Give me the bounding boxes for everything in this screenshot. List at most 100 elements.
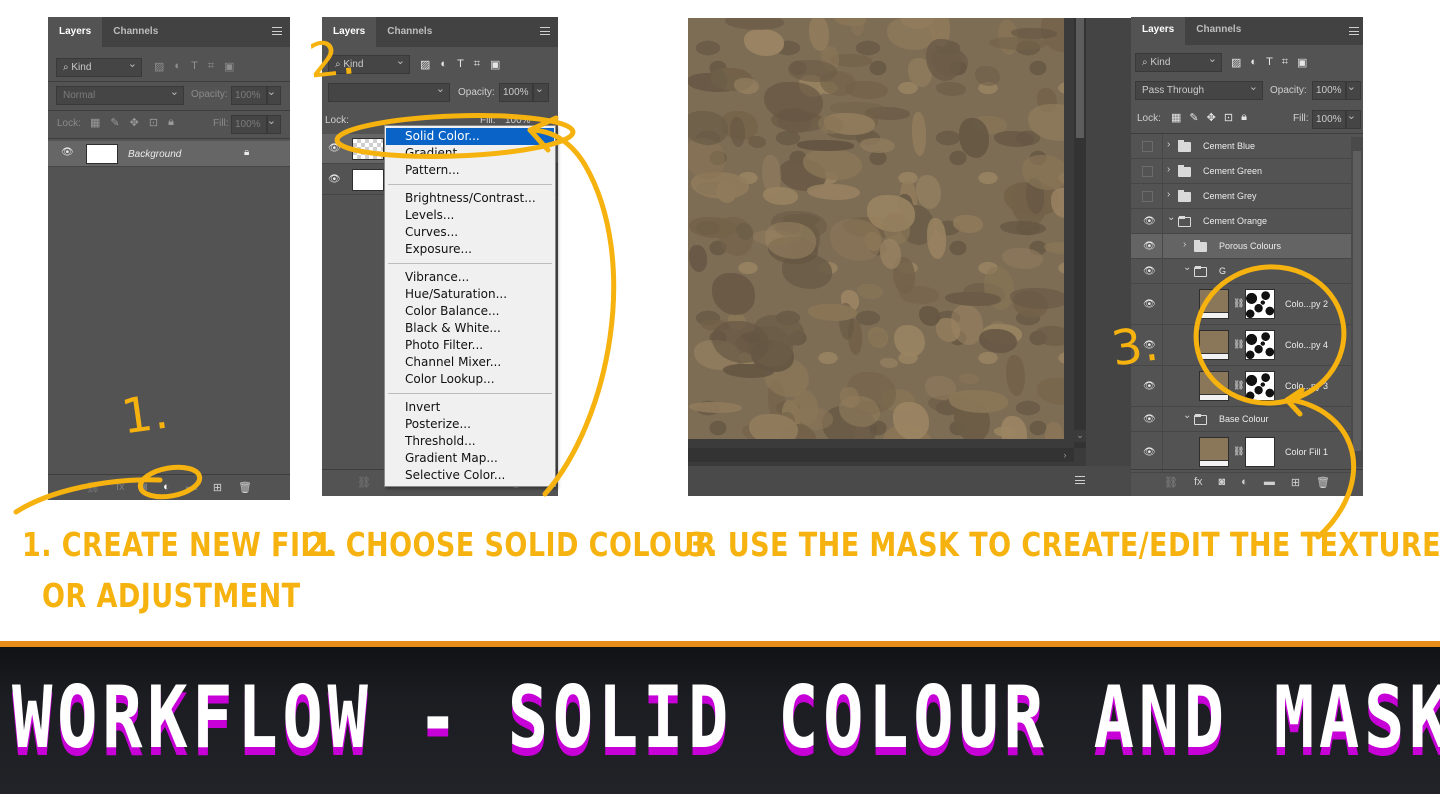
type-filter-icon[interactable]: T xyxy=(457,58,464,71)
layer-mask-thumbnail[interactable] xyxy=(1245,437,1275,467)
layer-row-background[interactable]: 👁︎ Background 🔒︎ xyxy=(48,141,290,167)
lock-paint-icon[interactable]: ✎ xyxy=(110,116,119,129)
eye-icon[interactable]: 👁︎ xyxy=(328,144,341,154)
smart-object-filter-icon[interactable]: ▣ xyxy=(490,58,500,71)
layer-row[interactable]: 👁︎ ⛓︎ Colo...py 3 xyxy=(1131,366,1351,407)
opacity-stepper[interactable] xyxy=(267,84,281,105)
menu-item[interactable]: Curves... xyxy=(386,224,554,241)
layer-row[interactable]: › Cement Green xyxy=(1131,159,1351,184)
visibility-toggle[interactable] xyxy=(1142,141,1153,152)
menu-item[interactable]: Threshold... xyxy=(386,433,554,450)
menu-item[interactable]: Posterize... xyxy=(386,416,554,433)
menu-item[interactable]: Color Balance... xyxy=(386,303,554,320)
menu-item[interactable]: Color Lookup... xyxy=(386,371,554,388)
lock-move-icon[interactable]: ✥ xyxy=(130,116,139,129)
smart-object-filter-icon[interactable]: ▣ xyxy=(1297,56,1307,69)
menu-item[interactable]: Pattern... xyxy=(386,162,554,179)
chevron-down-icon[interactable]: ⌄ xyxy=(1167,212,1175,223)
layer-mask-thumbnail[interactable] xyxy=(1245,330,1275,360)
chain-icon[interactable]: ⛓︎ xyxy=(1233,298,1244,309)
panel-menu-icon[interactable] xyxy=(1349,27,1359,35)
menu-item[interactable]: Brightness/Contrast... xyxy=(386,190,554,207)
fill-field[interactable]: 100% xyxy=(231,115,267,134)
scrollbar-thumb[interactable] xyxy=(1076,18,1084,138)
link-icon[interactable]: ⛓︎ xyxy=(1164,476,1178,489)
kind-filter-select[interactable]: ⌕ Kind xyxy=(56,56,142,77)
eye-icon[interactable]: 👁︎ xyxy=(328,175,341,185)
visibility-toggle[interactable] xyxy=(1142,166,1153,177)
shape-filter-icon[interactable]: ⌗ xyxy=(474,58,480,71)
vertical-scrollbar[interactable] xyxy=(1074,18,1086,448)
type-filter-icon[interactable]: T xyxy=(1266,56,1273,69)
opacity-stepper[interactable] xyxy=(1346,79,1361,100)
smart-object-filter-icon[interactable]: ▣ xyxy=(224,60,234,73)
new-layer-icon[interactable]: ⊞ xyxy=(1291,476,1300,489)
layer-row[interactable]: 👁︎ ⌄ Cement Orange xyxy=(1131,209,1351,234)
chain-icon[interactable]: ⛓︎ xyxy=(1233,446,1244,457)
lock-artboard-icon[interactable]: ⊡ xyxy=(149,116,158,129)
menu-item[interactable]: Levels... xyxy=(386,207,554,224)
menu-item[interactable]: Solid Color... xyxy=(386,128,554,145)
trash-icon[interactable]: 🗑︎ xyxy=(1316,476,1330,489)
eye-icon[interactable]: 👁︎ xyxy=(1143,414,1156,424)
trash-icon[interactable]: 🗑︎ xyxy=(238,481,252,494)
fill-stepper[interactable] xyxy=(267,113,281,134)
layer-mask-thumbnail[interactable] xyxy=(1245,289,1275,319)
tab-channels[interactable]: Channels xyxy=(102,17,169,47)
eye-icon[interactable]: 👁︎ xyxy=(1143,299,1156,309)
menu-item[interactable]: Photo Filter... xyxy=(386,337,554,354)
fx-icon[interactable]: fx xyxy=(116,481,125,494)
fill-color-thumbnail[interactable] xyxy=(1199,330,1229,360)
fill-color-thumbnail[interactable] xyxy=(1199,289,1229,319)
lock-pixels-icon[interactable]: ▦ xyxy=(90,116,100,129)
opacity-field[interactable]: 100% xyxy=(499,83,533,102)
eye-icon[interactable]: 👁︎ xyxy=(1143,216,1156,226)
adjustment-icon[interactable]: ◐ xyxy=(163,481,170,494)
chevron-right-icon[interactable]: › xyxy=(1167,189,1170,200)
panel-menu-icon[interactable] xyxy=(272,27,282,35)
document-canvas-area[interactable]: ⌄ › xyxy=(688,18,1131,496)
lock-all-icon[interactable]: 🔒︎ xyxy=(1241,111,1247,124)
blend-mode-select[interactable]: Pass Through xyxy=(1135,79,1263,100)
opacity-field[interactable]: 100% xyxy=(231,86,267,105)
chain-icon[interactable]: ⛓︎ xyxy=(1233,339,1244,350)
panel-menu-icon[interactable] xyxy=(1075,476,1085,484)
lock-artboard-icon[interactable]: ⊡ xyxy=(1224,111,1233,124)
adjustment-filter-icon[interactable]: ◐ xyxy=(1250,56,1257,69)
adjustment-filter-icon[interactable]: ◐ xyxy=(174,60,181,73)
shape-filter-icon[interactable]: ⌗ xyxy=(1282,56,1288,69)
shape-filter-icon[interactable]: ⌗ xyxy=(208,60,214,73)
eye-icon[interactable]: 👁︎ xyxy=(1143,381,1156,391)
blend-mode-select[interactable]: Normal xyxy=(56,84,184,105)
opacity-stepper[interactable] xyxy=(533,81,549,102)
lock-all-icon[interactable]: 🔒︎ xyxy=(168,116,174,129)
menu-item[interactable]: Vibrance... xyxy=(386,269,554,286)
image-filter-icon[interactable]: ▨ xyxy=(154,60,164,73)
cement-texture-canvas[interactable] xyxy=(688,18,1064,439)
chain-icon[interactable]: ⛓︎ xyxy=(1233,380,1244,391)
layer-row[interactable]: 👁︎ ⛓︎ Colo...py 4 xyxy=(1131,325,1351,366)
layer-row[interactable]: 👁︎ ⌄ Base Colour xyxy=(1131,407,1351,432)
scroll-right-arrow[interactable]: › xyxy=(1058,448,1072,462)
layer-row[interactable]: 👁︎ ⛓︎ Color Fill 1 xyxy=(1131,432,1351,473)
menu-item[interactable]: Hue/Saturation... xyxy=(386,286,554,303)
fill-stepper[interactable] xyxy=(1346,108,1361,129)
chevron-right-icon[interactable]: › xyxy=(1183,239,1186,250)
menu-item[interactable]: Invert xyxy=(386,399,554,416)
tab-layers[interactable]: Layers xyxy=(48,17,103,47)
adjustment-filter-icon[interactable]: ◐ xyxy=(440,58,447,71)
layer-row[interactable]: 👁︎ ⛓︎ Colo...py 2 xyxy=(1131,284,1351,325)
eye-icon[interactable]: 👁︎ xyxy=(61,148,74,158)
menu-item[interactable]: Gradient... xyxy=(386,145,554,162)
fill-color-thumbnail[interactable] xyxy=(1199,437,1229,467)
chevron-down-icon[interactable]: ⌄ xyxy=(1183,410,1191,421)
type-filter-icon[interactable]: T xyxy=(191,60,198,73)
menu-item[interactable]: Exposure... xyxy=(386,241,554,258)
fill-color-thumbnail[interactable] xyxy=(1199,371,1229,401)
kind-filter-select[interactable]: ⌕ Kind xyxy=(1135,51,1222,72)
chevron-right-icon[interactable]: › xyxy=(1167,164,1170,175)
lock-move-icon[interactable]: ✥ xyxy=(1207,111,1216,124)
mask-icon[interactable]: ◙ xyxy=(1219,476,1226,489)
layer-row[interactable]: › Cement Blue xyxy=(1131,134,1351,159)
lock-pixels-icon[interactable]: ▦ xyxy=(1171,111,1181,124)
